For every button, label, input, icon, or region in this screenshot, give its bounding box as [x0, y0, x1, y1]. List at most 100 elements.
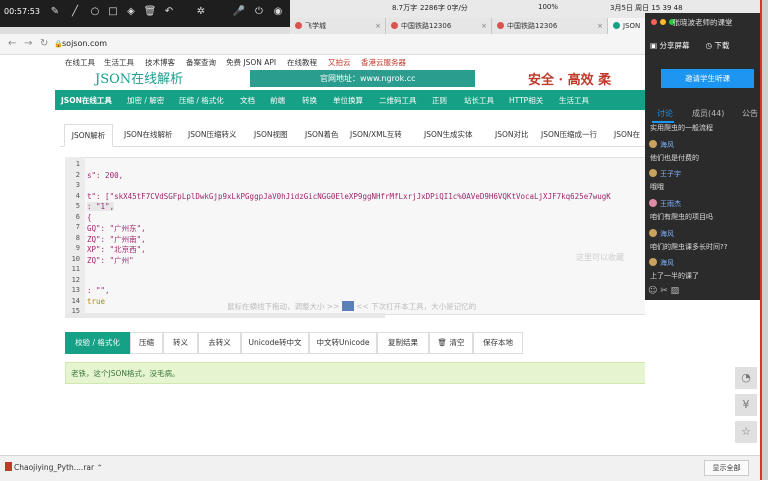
code-line: : "1", [87, 202, 115, 211]
avatar [649, 229, 657, 237]
pen-icon[interactable]: ✎ [48, 5, 62, 19]
nav-units[interactable]: 单位换算 [333, 95, 363, 106]
site-top-links: 在线工具 生活工具 技术博客 备案查询 免费 JSON API 在线教程 又拍云… [0, 55, 645, 69]
toplink-blog[interactable]: 技术博客 [145, 57, 175, 68]
tab-json-xml[interactable]: JSON/XML互转 [350, 124, 402, 145]
power-icon[interactable]: ⏻ [252, 5, 266, 19]
code-line: { [87, 213, 92, 222]
editor-resize-handle[interactable] [65, 313, 385, 318]
nav-regex[interactable]: 正则 [432, 95, 447, 106]
nav-webmaster[interactable]: 站长工具 [464, 95, 494, 106]
mic-icon[interactable]: 🎤 [232, 5, 246, 19]
nav-frontend[interactable]: 前端 [270, 95, 285, 106]
settings-icon[interactable]: ✲ [194, 5, 208, 19]
chat-message: 咱们的爬虫课多长时间?? [650, 243, 728, 251]
classroom-title: 张晓波老师的课堂 [672, 18, 733, 27]
toplink-json-api[interactable]: 免费 JSON API [226, 57, 276, 68]
close-tab-icon[interactable]: × [481, 18, 487, 34]
trash-icon[interactable]: 🗑 [143, 5, 157, 19]
tab-discussion[interactable]: 讨论 [657, 108, 673, 119]
nav-qrcode[interactable]: 二维码工具 [379, 95, 417, 106]
browser-tab-3[interactable]: 中国铁路12306 × [492, 18, 608, 34]
ad-banner[interactable]: 官网地址：www.ngrok.cc [250, 70, 475, 87]
star-icon[interactable]: ☆ [735, 421, 757, 443]
chevron-up-icon[interactable]: ⌃ [96, 463, 102, 472]
tab-json-color[interactable]: JSON着色 [305, 124, 339, 145]
back-icon[interactable]: ← [8, 38, 16, 49]
toplink-life-tools[interactable]: 生活工具 [104, 57, 134, 68]
nav-life[interactable]: 生活工具 [559, 95, 589, 106]
close-tab-icon[interactable]: × [597, 18, 603, 34]
browser-tab-active[interactable]: JSON [608, 18, 646, 34]
line-icon[interactable]: ╱ [68, 5, 82, 19]
share-screen-button[interactable]: ▣ 分享屏幕 ◷ 下载 [650, 40, 729, 51]
browser-tab-1[interactable]: 飞学城 × [290, 18, 386, 34]
fullscreen-icon[interactable] [341, 301, 354, 311]
chat-message: 咱们有爬虫的项目吗 [650, 213, 713, 221]
tab-members[interactable]: 成员(44) [692, 108, 724, 119]
nav-encrypt[interactable]: 加密 / 解密 [127, 95, 164, 106]
copy-result-button[interactable]: 复制结果 [377, 332, 429, 354]
unescape-button[interactable]: 去转义 [198, 332, 241, 354]
show-all-downloads-button[interactable]: 显示全部 [704, 460, 749, 476]
rect-icon[interactable]: □ [106, 5, 120, 19]
right-edge-strip [762, 0, 768, 480]
toplink-hk-cloud[interactable]: 香港云服务器 [361, 57, 406, 68]
download-item[interactable]: Chaojiying_Pyth....rar ⌃ [14, 463, 103, 472]
yen-icon[interactable]: ¥ [735, 394, 757, 416]
chat-message: 上了一半的课了 [650, 272, 699, 280]
main-nav: JSON在线工具 加密 / 解密 压缩 / 格式化 文档 前端 转换 单位换算 … [55, 90, 645, 110]
nav-convert[interactable]: 转换 [302, 95, 317, 106]
tab-json-compress[interactable]: JSON压缩转义 [188, 124, 237, 145]
line-number: 14 [71, 297, 80, 305]
url-field[interactable]: sojson.com [62, 39, 107, 48]
chat-input-area[interactable] [645, 300, 760, 480]
forward-icon[interactable]: → [24, 38, 32, 49]
chinese-to-unicode-button[interactable]: 中文转Unicode [309, 332, 377, 354]
undo-icon[interactable]: ↶ [162, 5, 176, 19]
validate-format-button[interactable]: 校验 / 格式化 [65, 332, 130, 354]
line-number: 7 [75, 223, 80, 231]
browser-tab-2[interactable]: 中国铁路12306 × [386, 18, 492, 34]
avatar [649, 140, 657, 148]
nav-json-tools[interactable]: JSON在线工具 [61, 95, 112, 106]
record-stop-icon[interactable]: ◉ [271, 5, 285, 19]
avatar [649, 199, 657, 207]
unicode-to-chinese-button[interactable]: Unicode转中文 [241, 332, 309, 354]
toplink-online-tools[interactable]: 在线工具 [65, 57, 95, 68]
tab-json-oneline[interactable]: JSON压缩成一行 [541, 124, 597, 145]
nav-format[interactable]: 压缩 / 格式化 [179, 95, 224, 106]
circle-icon[interactable]: ○ [88, 5, 102, 19]
clear-button[interactable]: 🗑 清空 [429, 332, 473, 354]
toplink-upyun[interactable]: 又拍云 [328, 57, 351, 68]
emoji-icon[interactable]: ☺ [648, 286, 660, 296]
banner-text: 官网地址：www.ngrok.cc [320, 74, 416, 83]
json-editor[interactable] [65, 157, 687, 315]
code-line: GQ": "广州东", [87, 224, 146, 233]
tab-json-diff[interactable]: JSON对比 [495, 124, 529, 145]
reload-icon[interactable]: ↻ [40, 38, 48, 49]
scissors-icon[interactable]: ✂ [660, 286, 670, 296]
tab-notice[interactable]: 公告 [742, 108, 758, 119]
invite-students-button[interactable]: 邀请学生听课 [661, 69, 754, 88]
chat-tools: ☺ ✂ ▨ [648, 286, 679, 296]
tab-json-entity[interactable]: JSON生成实体 [424, 124, 473, 145]
escape-button[interactable]: 转义 [163, 332, 198, 354]
nav-http[interactable]: HTTP相关 [509, 95, 543, 106]
site-logo[interactable]: JSON在线解析 [95, 68, 183, 87]
qq-icon[interactable]: ◔ [735, 367, 757, 389]
tab-favicon-icon [295, 22, 302, 29]
close-tab-icon[interactable]: × [375, 18, 381, 34]
tab-json-view[interactable]: JSON视图 [254, 124, 288, 145]
eraser-icon[interactable]: ◈ [124, 5, 138, 19]
nav-docs[interactable]: 文档 [240, 95, 255, 106]
tab-json-parse[interactable]: JSON解析 [64, 124, 113, 147]
toplink-tutorial[interactable]: 在线教程 [287, 57, 317, 68]
tab-json-more[interactable]: JSON在 [614, 124, 640, 145]
site-slogan: 安全 · 高效 柔 [528, 73, 612, 88]
compress-button[interactable]: 压缩 [130, 332, 163, 354]
toplink-beian[interactable]: 备案查询 [186, 57, 216, 68]
image-icon[interactable]: ▨ [671, 286, 680, 296]
save-local-button[interactable]: 保存本地 [473, 332, 523, 354]
tab-json-online[interactable]: JSON在线解析 [124, 124, 173, 145]
